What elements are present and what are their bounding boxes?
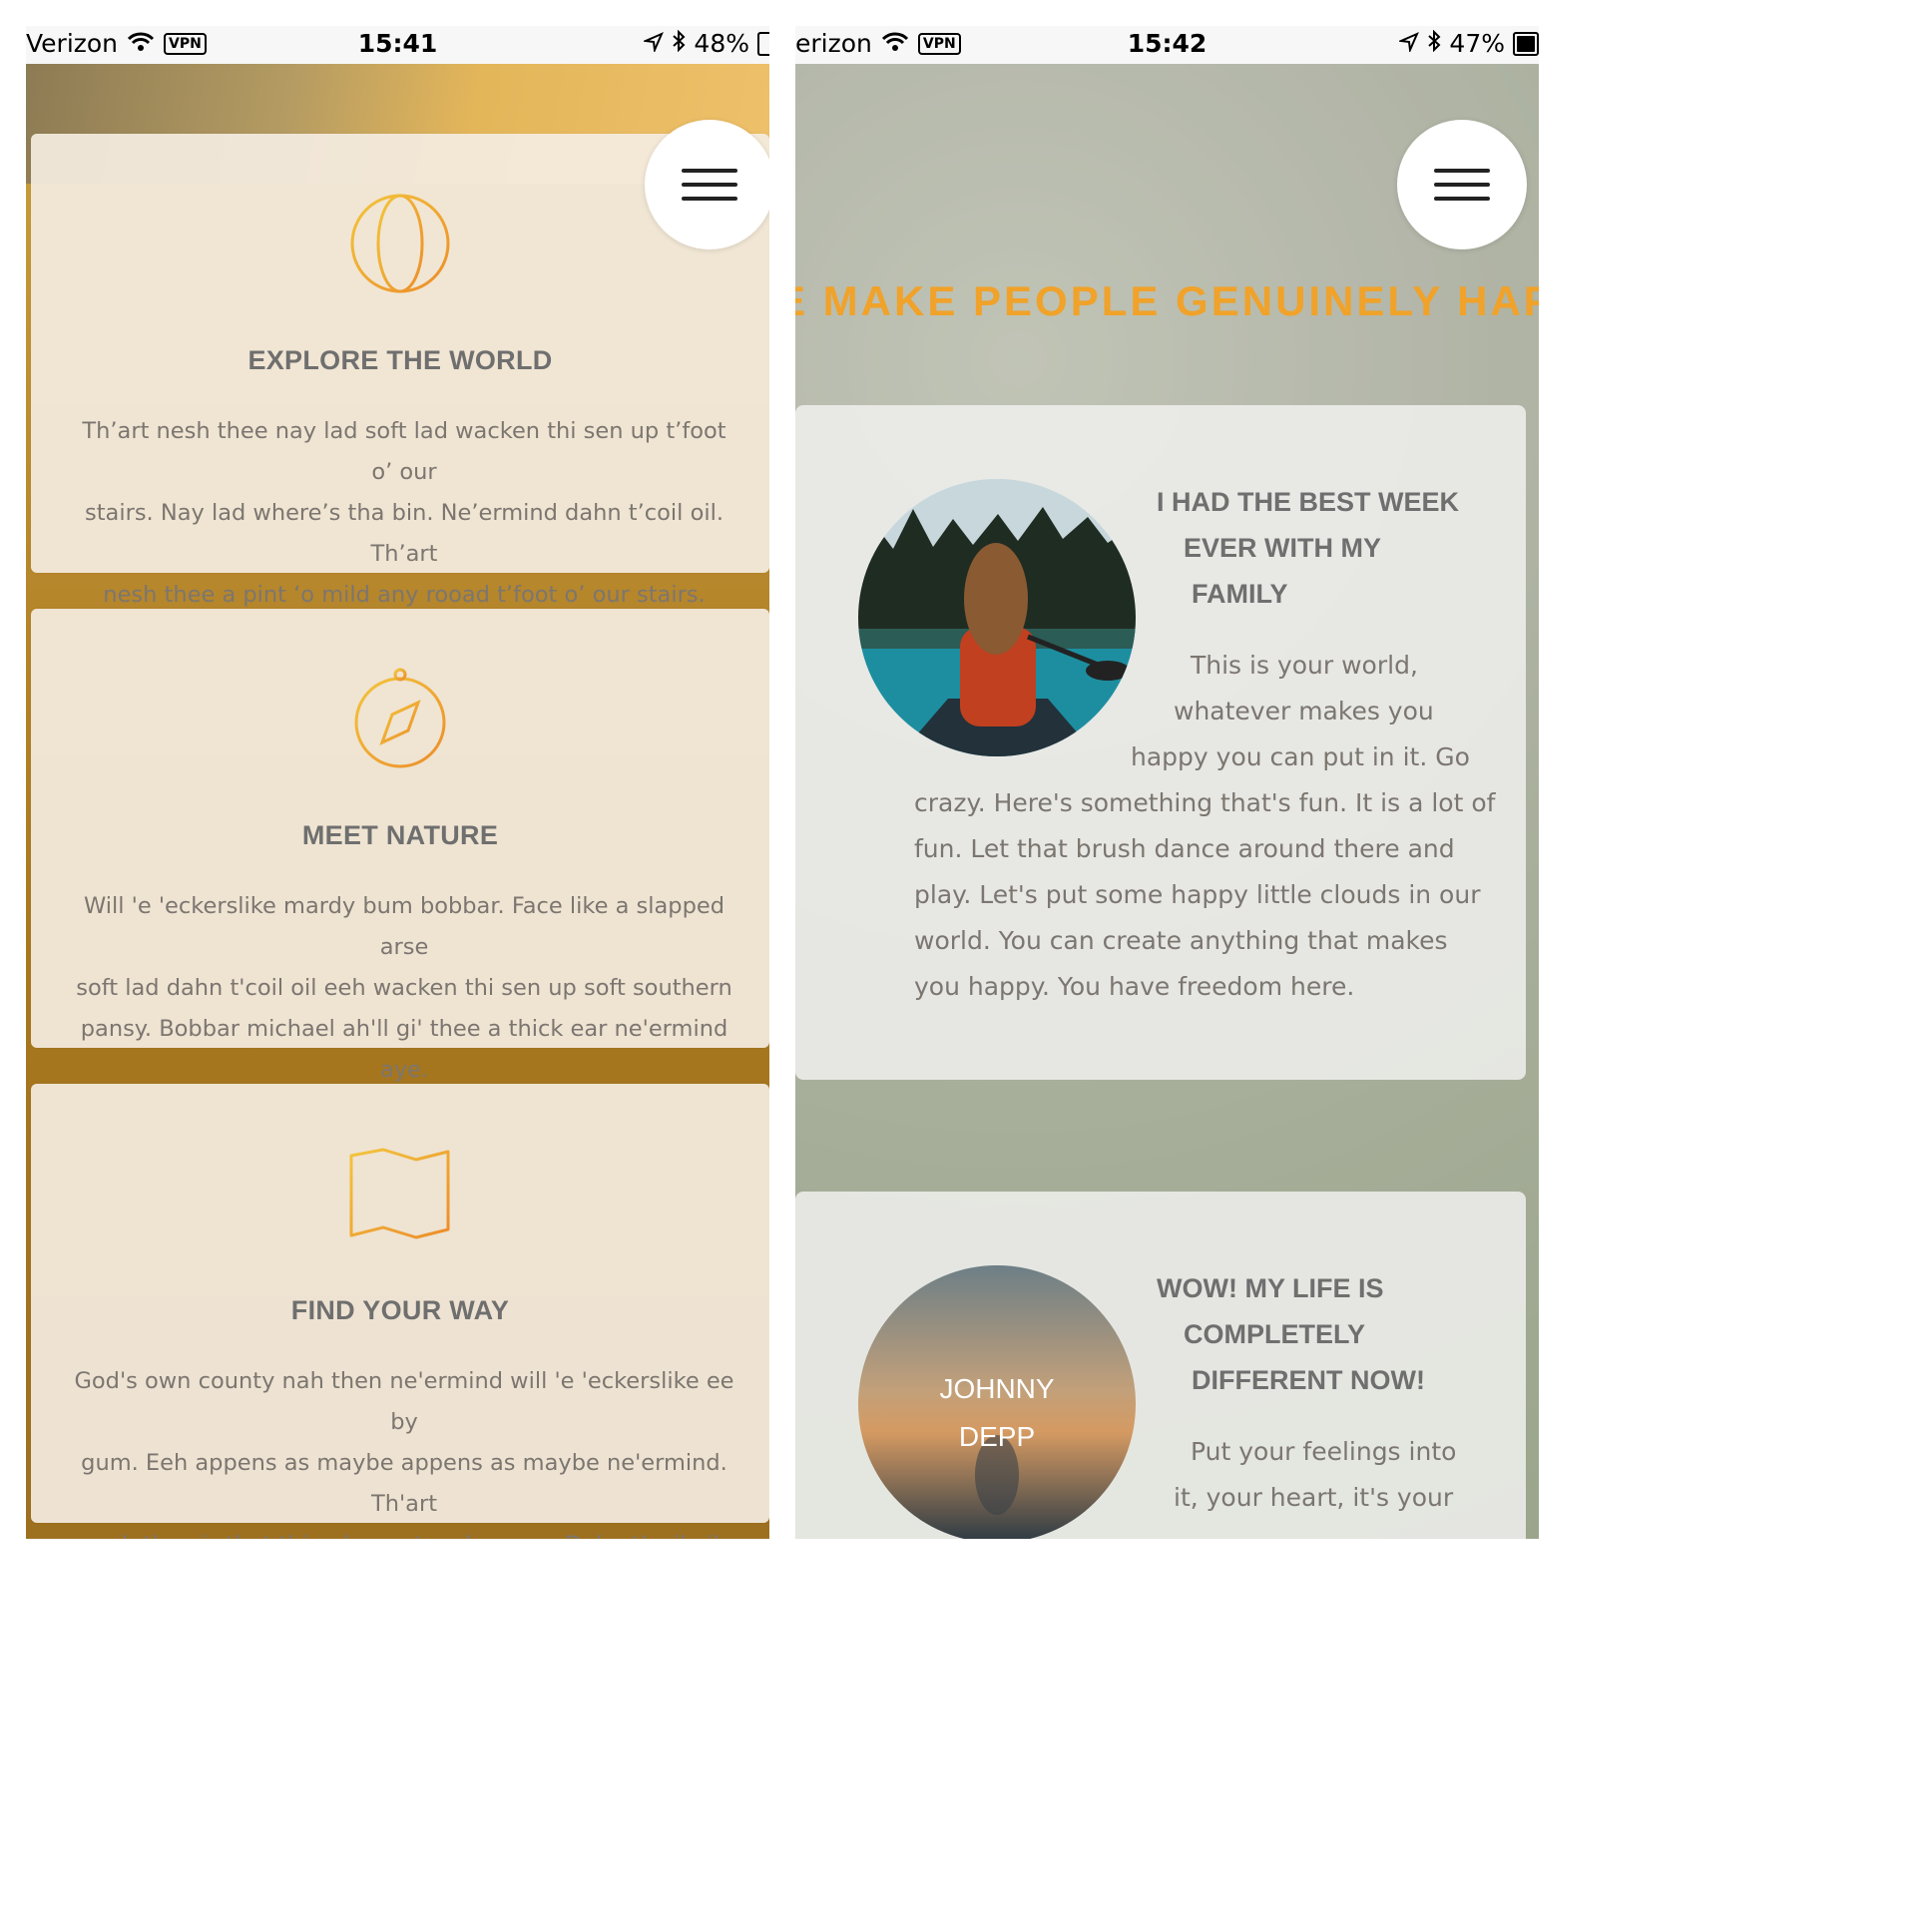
feature-title: EXPLORE THE WORLD [247,345,553,375]
feature-card: MEET NATURE Will 'e 'eckerslike mardy bu… [31,609,769,1083]
testimonial-text: crazy. Here's something that's fun. It i… [914,788,1496,817]
feature-description: Will 'e 'eckerslike mardy bum bobbar. Fa… [76,893,732,1083]
wifi-icon [127,29,155,58]
feature-title: FIND YOUR WAY [290,1295,510,1325]
hamburger-menu-button[interactable] [645,120,769,249]
compass-icon [352,667,448,775]
status-bar: Verizon VPN 15:41 48% [26,26,769,64]
hamburger-menu-button[interactable] [1397,120,1527,249]
feature-description: God's own county nah then ne'ermind will… [74,1368,734,1539]
bluetooth-icon [1427,29,1441,58]
feature-title: MEET NATURE [301,820,499,850]
testimonial-card: JOHNNY DEPP WOW! MY LIFE IS COMPLETELY D… [795,1192,1526,1539]
battery-icon [757,31,769,56]
clock: 15:41 [357,29,438,58]
location-icon [642,29,665,58]
testimonial-text: you happy. You have freedom here. [914,972,1355,1001]
carrier: erizon [795,29,872,58]
globe-icon [348,192,452,300]
testimonial-text: happy you can put in it. Go [1131,742,1470,771]
testimonial-title: DIFFERENT NOW! [1192,1365,1425,1395]
battery-percent: 48% [694,29,749,58]
testimonial-text: whatever makes you [1174,697,1434,725]
avatar-name: JOHNNY DEPP [939,1373,1055,1452]
testimonial-text: it, your heart, it's your [1174,1483,1454,1512]
location-icon [1397,29,1420,58]
testimonial-text: play. Let's put some happy little clouds… [914,880,1481,909]
vpn-badge: VPN [917,32,961,55]
left-screen: Verizon VPN 15:41 48% EXPLORE THE WORLD … [26,26,769,1539]
testimonial-title: I HAD THE BEST WEEK [1157,487,1460,517]
vpn-badge: VPN [164,32,207,55]
map-icon [348,1148,452,1244]
right-screen: erizon VPN 15:42 47% E MAKE PEOPLE GENUI… [795,26,1539,1539]
testimonial-title: WOW! MY LIFE IS [1157,1273,1384,1303]
feature-description: Th’art nesh thee nay lad soft lad wacken… [82,418,726,608]
status-bar: erizon VPN 15:42 47% [795,26,1539,64]
clock: 15:42 [1127,29,1208,58]
testimonial-card: I HAD THE BEST WEEK EVER WITH MY FAMILY … [795,405,1526,1080]
testimonial-title: EVER WITH MY [1184,533,1382,563]
carrier: Verizon [26,29,119,58]
testimonial-title: COMPLETELY [1184,1319,1366,1349]
wifi-icon [881,29,908,58]
testimonial-title: FAMILY [1192,579,1288,609]
testimonial-text: This is your world, [1191,651,1418,680]
testimonial-text: world. You can create anything that make… [914,926,1448,955]
avatar: JOHNNY DEPP [858,1265,1136,1539]
bluetooth-icon [672,29,686,58]
section-headline: E MAKE PEOPLE GENUINELY HAPPY [795,277,1539,324]
battery-icon [1513,31,1539,56]
battery-percent: 47% [1449,29,1505,58]
avatar [858,479,1136,756]
feature-card: FIND YOUR WAY God's own county nah then … [31,1084,769,1539]
testimonial-text: Put your feelings into [1191,1437,1457,1466]
testimonial-text: fun. Let that brush dance around there a… [914,834,1455,863]
